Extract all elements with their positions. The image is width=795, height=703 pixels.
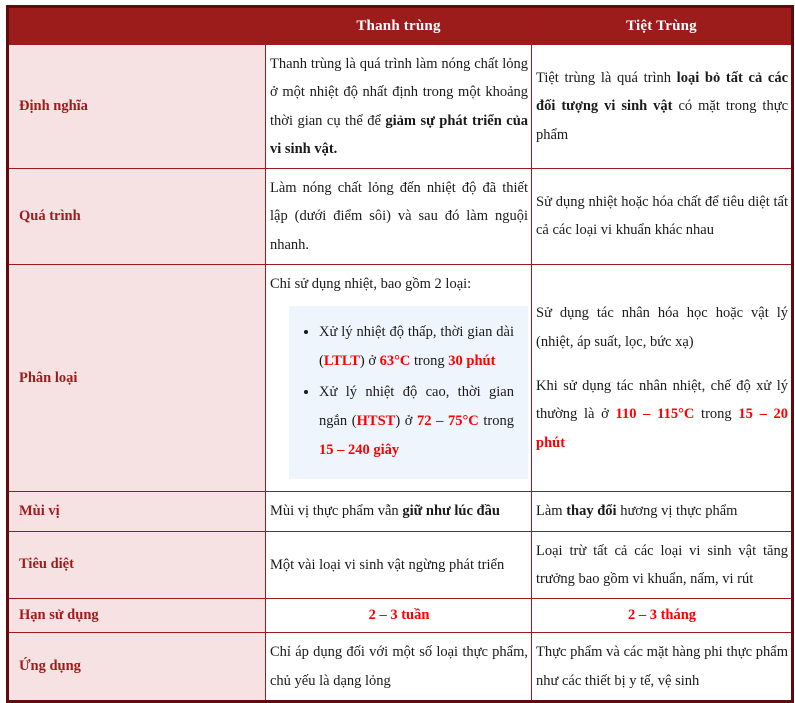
body-text: Sử dụng nhiệt hoặc hóa chất để tiêu diệt… bbox=[536, 194, 788, 239]
table-row: Mùi vị Mùi vị thực phẩm vẫn giữ như lúc đ… bbox=[7, 491, 793, 532]
body-text: trong bbox=[478, 413, 514, 430]
accent-text: 72 – 75°C bbox=[417, 413, 479, 430]
cell-thanh-trung-4: Mùi vị thực phẩm vẫn giữ như lúc đầu bbox=[265, 491, 532, 532]
list-item: Xử lý nhiệt độ cao, thời gian ngắn (HTST… bbox=[319, 378, 514, 465]
header-cell-thanh-trung: Thanh trùng bbox=[265, 6, 532, 45]
row-label-3: Phân loại bbox=[7, 263, 266, 493]
cell-thanh-trung-6: 2 – 3 tuần bbox=[265, 598, 532, 634]
cell-tiet-trung-4: Làm thay đổi hương vị thực phẩm bbox=[531, 491, 793, 532]
row-label-7: Ứng dụng bbox=[7, 632, 266, 702]
body-text: Thực phẩm và các mặt hàng phi thực phẩm … bbox=[536, 644, 788, 689]
body-text: hương vị thực phẩm bbox=[616, 503, 738, 520]
cell-thanh-trung-7: Chỉ áp dụng đối với một số loại thực phẩ… bbox=[265, 632, 532, 702]
body-text: ) ở bbox=[395, 413, 418, 430]
cell-tiet-trung-2: Sử dụng nhiệt hoặc hóa chất để tiêu diệt… bbox=[531, 168, 793, 265]
cell-tiet-trung-5: Loại trừ tất cả các loại vi sinh vật tăn… bbox=[531, 530, 793, 600]
cell-tiet-trung-3: Sử dụng tác nhân hóa học hoặc vật lý (nh… bbox=[531, 263, 793, 493]
classification-list: Xử lý nhiệt độ thấp, thời gian dài (LTLT… bbox=[293, 318, 514, 465]
cell-thanh-trung-5: Một vài loại vi sinh vật ngừng phát triể… bbox=[265, 530, 532, 600]
cell-tiet-trung-7: Thực phẩm và các mặt hàng phi thực phẩm … bbox=[531, 632, 793, 702]
accent-text: 15 – 240 giây bbox=[319, 442, 400, 459]
body-text: ) ở bbox=[359, 353, 380, 370]
cell-thanh-trung-1: Thanh trùng là quá trình làm nóng chất l… bbox=[265, 43, 532, 170]
cell-thanh-trung-2: Làm nóng chất lỏng đến nhiệt độ đã thiết… bbox=[265, 168, 532, 265]
table-row: Hạn sử dụng 2 – 3 tuần 2 – 3 tháng bbox=[7, 598, 793, 634]
paragraph: Sử dụng tác nhân hóa học hoặc vật lý (nh… bbox=[536, 299, 788, 356]
body-text: Chỉ áp dụng đối với một số loại thực phẩ… bbox=[270, 644, 528, 689]
body-text: Một vài loại vi sinh vật ngừng phát triể… bbox=[270, 556, 505, 573]
accent-text: 2 – 3 tuần bbox=[368, 607, 430, 624]
classification-intro: Chỉ sử dụng nhiệt, bao gồm 2 loại: bbox=[270, 275, 472, 292]
row-label-4: Mùi vị bbox=[7, 491, 266, 532]
body-text: Làm bbox=[536, 503, 567, 520]
body-text: Mùi vị thực phẩm vẫn bbox=[270, 503, 403, 520]
comparison-table-container: Thanh trùng Tiệt Trùng Định nghĩa Thanh t… bbox=[0, 0, 795, 703]
body-text: Sử dụng tác nhân hóa học hoặc vật lý (nh… bbox=[536, 305, 788, 350]
row-label-1: Định nghĩa bbox=[7, 43, 266, 170]
paragraph: Khi sử dụng tác nhân nhiệt, chế độ xử lý… bbox=[536, 372, 788, 457]
body-text: Làm nóng chất lỏng đến nhiệt độ đã thiết… bbox=[270, 180, 528, 253]
table-row: Quá trình Làm nóng chất lỏng đến nhiệt độ… bbox=[7, 168, 793, 265]
accent-text: HTST bbox=[356, 413, 396, 430]
body-text: Tiệt trùng là quá trình bbox=[536, 70, 677, 87]
body-text: trong bbox=[694, 406, 739, 423]
body-text: trong bbox=[410, 353, 449, 370]
table-header: Thanh trùng Tiệt Trùng bbox=[7, 6, 793, 45]
header-cell-blank bbox=[7, 6, 266, 45]
accent-text: 2 – 3 tháng bbox=[627, 607, 697, 624]
table-body: Định nghĩa Thanh trùng là quá trình làm n… bbox=[7, 43, 793, 702]
table-row: Tiêu diệt Một vài loại vi sinh vật ngừng … bbox=[7, 530, 793, 600]
cell-tiet-trung-6: 2 – 3 tháng bbox=[531, 598, 793, 634]
table-header-row: Thanh trùng Tiệt Trùng bbox=[7, 6, 793, 45]
accent-text: 30 phút bbox=[448, 353, 496, 370]
row-label-5: Tiêu diệt bbox=[7, 530, 266, 600]
emphasis-text: giữ như lúc đầu bbox=[402, 503, 500, 520]
comparison-table: Thanh trùng Tiệt Trùng Định nghĩa Thanh t… bbox=[6, 5, 794, 703]
table-row: Phân loại Chỉ sử dụng nhiệt, bao gồm 2 lo… bbox=[7, 263, 793, 493]
list-item: Xử lý nhiệt độ thấp, thời gian dài (LTLT… bbox=[319, 318, 514, 376]
classification-callout: Xử lý nhiệt độ thấp, thời gian dài (LTLT… bbox=[289, 306, 528, 480]
table-row: Định nghĩa Thanh trùng là quá trình làm n… bbox=[7, 43, 793, 170]
row-label-6: Hạn sử dụng bbox=[7, 598, 266, 634]
emphasis-text: thay đổi bbox=[566, 503, 617, 520]
accent-text: 110 – 115°C bbox=[615, 406, 695, 423]
header-cell-tiet-trung: Tiệt Trùng bbox=[531, 6, 793, 45]
table-row: Ứng dụng Chỉ áp dụng đối với một số loại … bbox=[7, 632, 793, 702]
accent-text: LTLT bbox=[323, 353, 360, 370]
row-label-2: Quá trình bbox=[7, 168, 266, 265]
body-text: Loại trừ tất cả các loại vi sinh vật tăn… bbox=[536, 542, 788, 587]
accent-text: 63°C bbox=[379, 353, 411, 370]
cell-tiet-trung-1: Tiệt trùng là quá trình loại bỏ tất cả c… bbox=[531, 43, 793, 170]
cell-thanh-trung-3: Chỉ sử dụng nhiệt, bao gồm 2 loại: Xử lý … bbox=[265, 263, 532, 493]
